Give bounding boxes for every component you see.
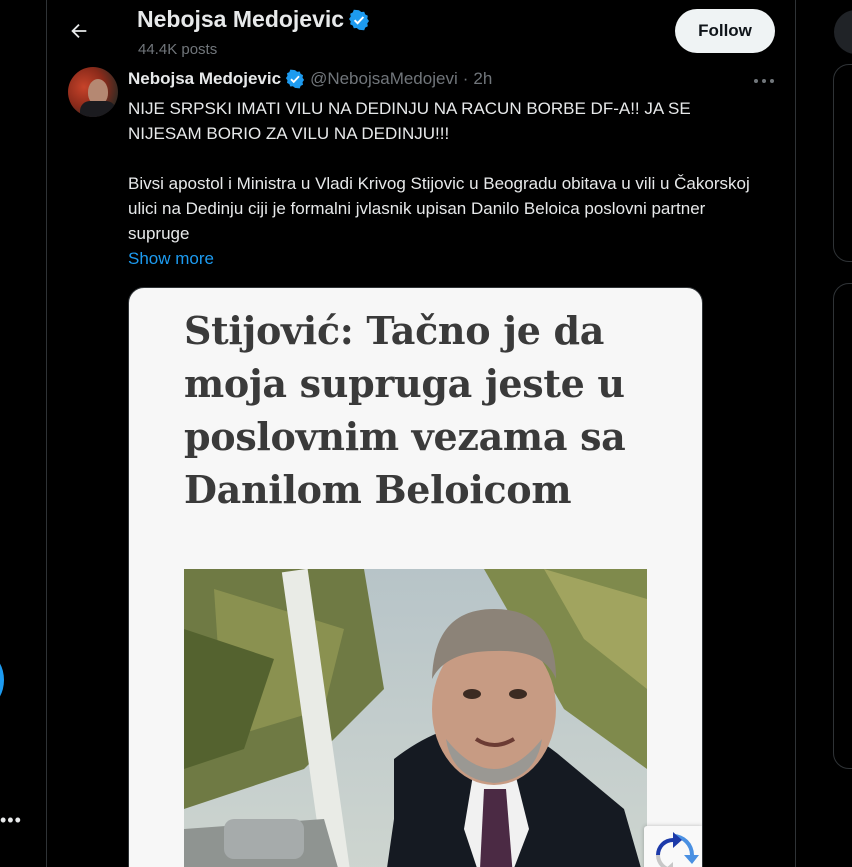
- back-button[interactable]: [61, 13, 97, 49]
- right-sidebar-panel: [833, 64, 852, 262]
- post-compose-button[interactable]: [0, 656, 4, 704]
- search-box[interactable]: [834, 10, 852, 54]
- profile-header: Nebojsa Medojevic 44.4K posts Follow: [47, 0, 795, 62]
- tweet-text-paragraph-2: Bivsi apostol i Ministra u Vladi Krivog …: [128, 174, 750, 243]
- avatar[interactable]: [68, 67, 118, 117]
- recaptcha-badge: [644, 826, 702, 867]
- posts-count: 44.4K posts: [138, 41, 218, 58]
- meta-separator: ·: [462, 69, 469, 88]
- article-headline: Stijović: Tačno je da moja supruga jeste…: [184, 308, 626, 512]
- tweet-meta: Nebojsa Medojevic @NebojsaMedojevi · 2h: [128, 69, 492, 89]
- app-frame: ••• Nebojsa Medojevic 44.4K posts Follow: [0, 0, 852, 867]
- more-options-button[interactable]: [747, 68, 781, 94]
- author-handle[interactable]: @NebojsaMedojevi: [310, 69, 458, 89]
- tweet-timestamp[interactable]: 2h: [473, 69, 492, 89]
- account-more-icon[interactable]: •••: [0, 810, 22, 830]
- show-more-link[interactable]: Show more: [128, 246, 214, 271]
- article-photo: [184, 569, 647, 867]
- tweet-text: NIJE SRPSKI IMATI VILU NA DEDINJU NA RAC…: [128, 96, 768, 271]
- arrow-left-icon: [71, 23, 87, 39]
- tweet-text-paragraph-1: NIJE SRPSKI IMATI VILU NA DEDINJU NA RAC…: [128, 99, 691, 143]
- page-title: Nebojsa Medojevic: [137, 6, 345, 32]
- verified-badge-icon: [349, 9, 370, 30]
- follow-button[interactable]: Follow: [675, 9, 775, 53]
- header-title-row: Nebojsa Medojevic: [137, 6, 370, 33]
- ellipsis-icon: [754, 79, 774, 83]
- tweet-media-image[interactable]: Stijović: Tačno je da moja supruga jeste…: [128, 287, 703, 867]
- right-sidebar-panel: [833, 283, 852, 769]
- author-name[interactable]: Nebojsa Medojevic: [128, 69, 281, 89]
- verified-badge-icon: [285, 69, 305, 89]
- main-column: Nebojsa Medojevic 44.4K posts Follow Neb…: [46, 0, 796, 867]
